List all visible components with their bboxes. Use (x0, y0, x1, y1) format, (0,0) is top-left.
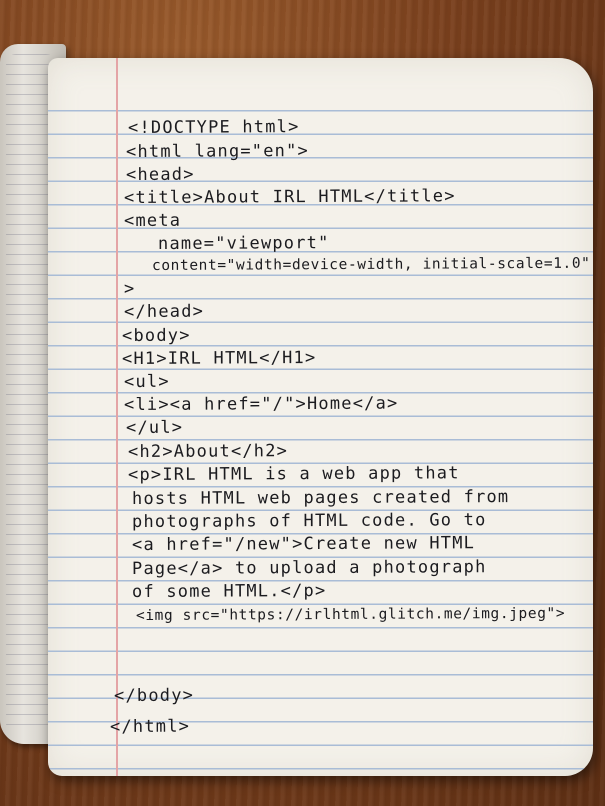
code-line-li-home: <li><a href="/">Home</a> (123, 393, 399, 415)
code-line-title: <title>About IRL HTML</title> (123, 186, 456, 208)
code-line-p-start: <p>IRL HTML is a web app that (127, 463, 460, 485)
code-line-h2: <h2>About</h2> (127, 441, 289, 462)
handwritten-html-code: <!DOCTYPE html> <html lang="en"> <head> … (48, 58, 593, 776)
code-line-img: <img src="https://irlhtml.glitch.me/img.… (135, 605, 566, 624)
code-line-meta-name: name="viewport" (157, 233, 330, 254)
code-line-ul-open: <ul> (123, 371, 170, 392)
code-line-meta-close: > (123, 278, 136, 299)
code-line-body-open: <body> (121, 325, 191, 346)
code-line-body-close: </body> (113, 685, 195, 706)
notebook-page: <!DOCTYPE html> <html lang="en"> <head> … (48, 58, 593, 776)
code-line-p-5: Page</a> to upload a photograph (131, 557, 487, 579)
code-line-head-open: <head> (125, 164, 195, 185)
code-line-p-2: hosts HTML web pages created from (131, 487, 510, 509)
code-line-p-end: of some HTML.</p> (131, 580, 327, 602)
code-line-head-close: </head> (123, 301, 205, 322)
code-line-html-open: <html lang="en"> (125, 141, 310, 162)
code-line-meta-open: <meta (123, 210, 182, 231)
code-line-h1: <H1>IRL HTML</H1> (121, 347, 317, 369)
code-line-ul-close: </ul> (125, 417, 184, 438)
code-line-p-3: photographs of HTML code. Go to (131, 510, 487, 532)
code-line-doctype: <!DOCTYPE html> (127, 117, 300, 138)
code-line-meta-content: content="width=device-width, initial-sca… (151, 255, 591, 274)
code-line-p-link: <a href="/new">Create new HTML (131, 533, 476, 555)
code-line-html-close: </html> (109, 716, 191, 737)
